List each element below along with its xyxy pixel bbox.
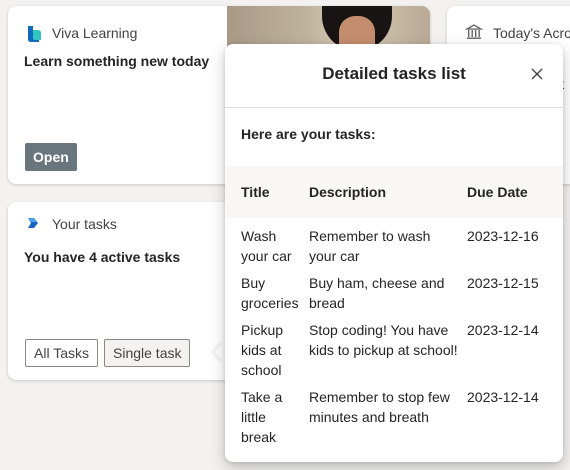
tasks-app-icon [24,214,44,234]
task-description: Remember to stop few minutes and breath [309,389,450,425]
open-button[interactable]: Open [25,143,77,171]
task-title: Pickup kids at school [241,322,284,378]
task-description: Buy ham, cheese and bread [309,275,445,311]
column-due-date: Due Date [467,184,528,200]
task-description: Remember to wash your car [309,228,431,264]
column-title: Title [241,184,270,200]
viva-learning-icon [24,23,44,43]
your-tasks-header: Your tasks [24,213,117,235]
popup-intro: Here are your tasks: [241,126,376,142]
active-tasks-headline: You have 4 active tasks [24,249,181,265]
detailed-tasks-popup: Detailed tasks list Here are your tasks:… [225,44,563,462]
task-description: Stop coding! You have kids to pickup at … [309,322,458,358]
viva-learning-headline: Learn something new today [24,53,210,69]
bank-icon [465,23,485,43]
task-title: Buy groceries [241,275,299,311]
single-task-button[interactable]: Single task [104,339,191,367]
acronyms-app-name: Today's Acronym [493,25,570,41]
all-tasks-button[interactable]: All Tasks [25,339,98,367]
close-icon[interactable] [529,66,545,82]
acronyms-header: Today's Acronym [465,22,570,44]
popup-title: Detailed tasks list [322,64,466,83]
popup-divider [225,107,563,108]
viva-learning-app-name: Viva Learning [52,25,138,41]
viva-learning-header: Viva Learning [24,22,137,44]
task-title: Wash your car [241,228,292,264]
task-due-date: 2023-12-14 [467,389,539,405]
your-tasks-app-name: Your tasks [52,216,117,232]
column-description: Description [309,184,387,200]
task-due-date: 2023-12-16 [467,228,539,244]
task-due-date: 2023-12-14 [467,322,539,338]
tasks-table-header: Title Description Due Date [225,166,563,218]
task-due-date: 2023-12-15 [467,275,539,291]
task-title: Take a little break [241,389,283,445]
